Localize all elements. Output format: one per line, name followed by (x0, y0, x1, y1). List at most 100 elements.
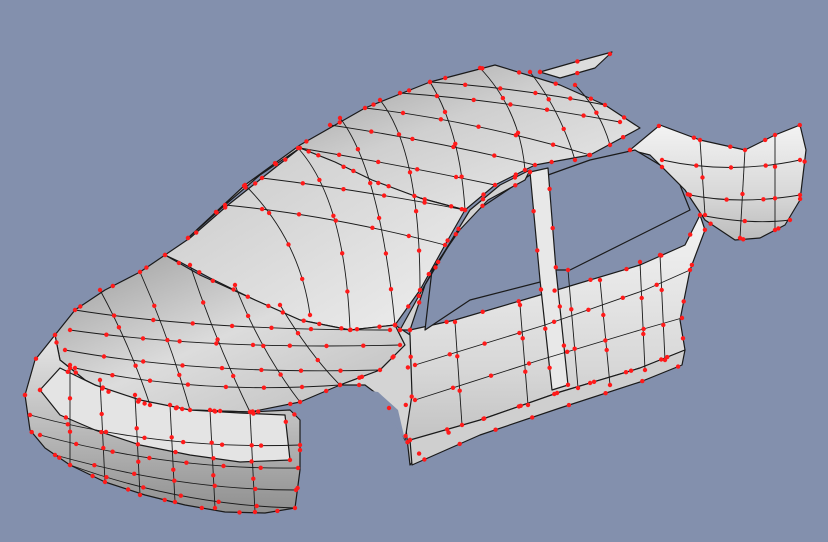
control-point[interactable] (278, 372, 283, 377)
control-point[interactable] (184, 460, 189, 465)
control-point[interactable] (656, 123, 662, 129)
control-point[interactable] (171, 467, 176, 472)
control-point[interactable] (520, 336, 525, 341)
control-point[interactable] (702, 227, 708, 232)
control-point[interactable] (261, 385, 267, 390)
control-point[interactable] (229, 323, 235, 329)
control-point[interactable] (550, 225, 555, 231)
control-point[interactable] (370, 225, 375, 230)
control-point[interactable] (444, 427, 450, 432)
control-point[interactable] (296, 212, 302, 217)
control-point[interactable] (293, 487, 299, 493)
control-point[interactable] (376, 180, 381, 186)
control-point[interactable] (180, 363, 185, 368)
control-point[interactable] (337, 115, 343, 121)
control-point[interactable] (132, 471, 137, 476)
control-point[interactable] (74, 441, 79, 447)
control-point[interactable] (298, 368, 304, 373)
control-point[interactable] (266, 210, 272, 216)
control-point[interactable] (575, 70, 580, 76)
control-point[interactable] (453, 174, 459, 180)
control-point[interactable] (287, 457, 293, 463)
control-point[interactable] (438, 117, 444, 122)
control-point[interactable] (601, 312, 606, 318)
control-point[interactable] (348, 327, 353, 332)
control-point[interactable] (37, 432, 43, 438)
control-point[interactable] (407, 437, 413, 443)
control-point[interactable] (588, 96, 594, 101)
control-point[interactable] (110, 283, 116, 289)
control-point[interactable] (357, 375, 362, 380)
control-point[interactable] (675, 364, 681, 369)
control-point[interactable] (22, 392, 28, 398)
control-point[interactable] (561, 126, 566, 132)
control-point[interactable] (728, 165, 734, 170)
control-point[interactable] (316, 153, 321, 158)
control-point[interactable] (172, 499, 178, 505)
control-point[interactable] (256, 409, 261, 414)
control-point[interactable] (308, 326, 314, 332)
control-point[interactable] (187, 407, 193, 413)
control-point[interactable] (654, 282, 659, 287)
control-point[interactable] (29, 429, 34, 435)
control-point[interactable] (252, 509, 258, 515)
control-point[interactable] (101, 445, 106, 451)
control-point[interactable] (724, 197, 729, 202)
control-point[interactable] (553, 265, 558, 270)
control-point[interactable] (513, 172, 518, 177)
control-point[interactable] (297, 447, 303, 453)
control-point[interactable] (435, 259, 441, 265)
control-point[interactable] (199, 505, 204, 511)
control-point[interactable] (407, 170, 413, 175)
control-point[interactable] (258, 465, 263, 470)
control-point[interactable] (249, 459, 254, 464)
control-point[interactable] (476, 124, 481, 129)
control-point[interactable] (125, 487, 131, 492)
control-point[interactable] (797, 122, 802, 128)
control-point[interactable] (72, 365, 78, 371)
control-point[interactable] (180, 406, 185, 412)
control-point[interactable] (259, 367, 264, 373)
control-point[interactable] (553, 81, 558, 86)
control-point[interactable] (412, 362, 418, 368)
control-point[interactable] (565, 349, 570, 354)
control-point[interactable] (254, 503, 259, 509)
control-point[interactable] (292, 505, 298, 511)
control-point[interactable] (266, 303, 271, 309)
control-point[interactable] (449, 204, 454, 209)
control-point[interactable] (557, 304, 562, 309)
control-point[interactable] (627, 147, 633, 153)
control-point[interactable] (445, 238, 450, 243)
cad-viewport[interactable] (0, 0, 828, 542)
control-point[interactable] (397, 327, 403, 333)
control-point[interactable] (659, 157, 665, 163)
control-point[interactable] (594, 110, 599, 115)
control-point[interactable] (417, 300, 422, 305)
control-point[interactable] (231, 373, 236, 379)
control-point[interactable] (63, 415, 69, 420)
control-point[interactable] (141, 359, 146, 364)
control-point[interactable] (641, 331, 646, 337)
control-point[interactable] (212, 409, 218, 414)
control-point[interactable] (572, 346, 577, 351)
control-point[interactable] (405, 365, 411, 370)
control-point[interactable] (222, 202, 228, 208)
control-point[interactable] (210, 278, 215, 283)
control-point[interactable] (680, 336, 686, 341)
control-point[interactable] (407, 327, 413, 333)
control-point[interactable] (136, 459, 141, 464)
control-point[interactable] (57, 455, 62, 460)
control-point[interactable] (219, 442, 225, 447)
control-point[interactable] (62, 347, 68, 353)
control-point[interactable] (396, 132, 402, 137)
control-point[interactable] (565, 267, 571, 273)
control-point[interactable] (427, 79, 433, 85)
control-point[interactable] (162, 497, 167, 503)
control-point[interactable] (355, 147, 361, 152)
control-point[interactable] (288, 401, 293, 407)
control-point[interactable] (531, 209, 536, 214)
control-point[interactable] (144, 265, 149, 270)
control-point[interactable] (406, 304, 411, 309)
control-point[interactable] (132, 392, 138, 398)
control-point[interactable] (493, 427, 498, 432)
